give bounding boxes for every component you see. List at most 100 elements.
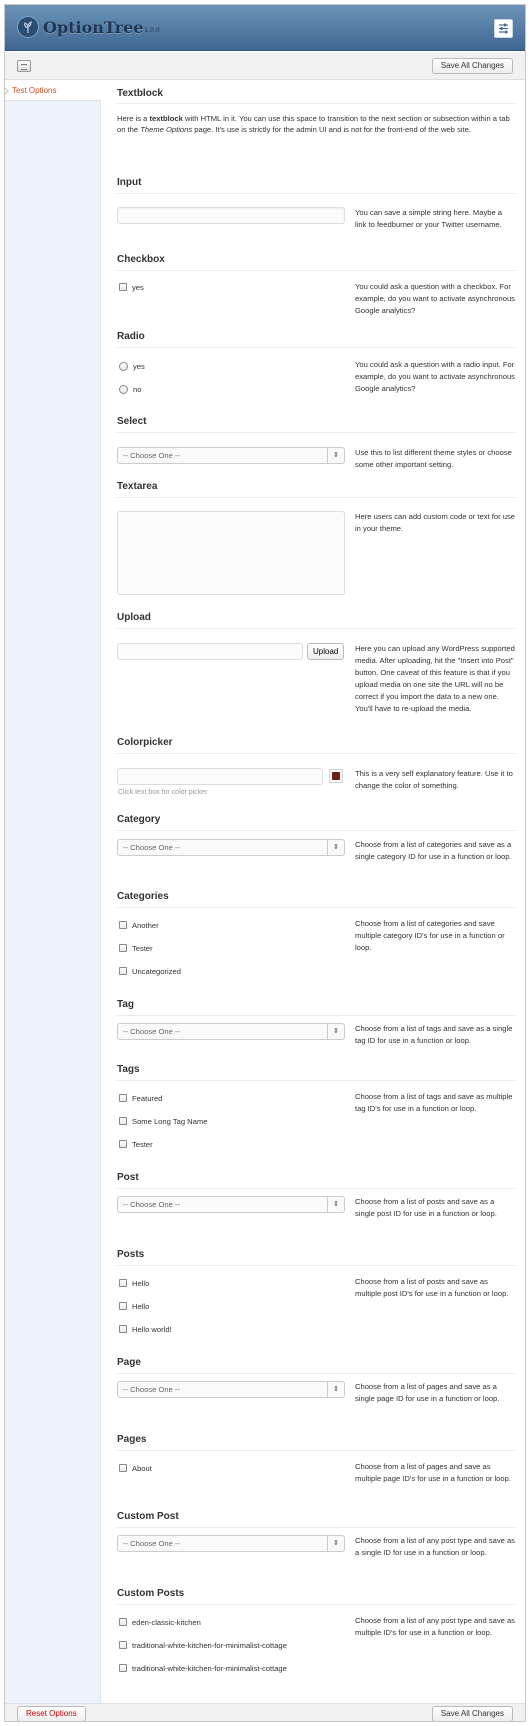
select-arrows-icon: ⇕ [327, 448, 344, 463]
tag-select[interactable]: -- Choose One -- ⇕ [117, 1023, 345, 1040]
checkbox[interactable] [119, 1117, 127, 1125]
active-caret-icon [5, 86, 9, 96]
footer-bar: Reset Options Save All Changes [5, 1703, 525, 1721]
field-description: Choose from a list of pages and save as … [355, 1382, 500, 1403]
section-title: Posts [117, 1249, 145, 1260]
checkbox-option[interactable]: Hello world! [119, 1323, 172, 1335]
checkbox-option[interactable]: yes [119, 281, 144, 293]
sidebar: Test Options [5, 81, 101, 1703]
field-description: You can save a simple string here. Maybe… [355, 208, 503, 229]
radio-option-no[interactable]: no [119, 383, 141, 395]
checkbox-option[interactable]: Tester [119, 942, 153, 954]
checkbox-option[interactable]: Another [119, 919, 159, 931]
checkbox-option[interactable]: Hello [119, 1300, 149, 1312]
section-title: Textarea [117, 481, 158, 492]
textarea-field[interactable] [117, 511, 345, 595]
select-arrows-icon: ⇕ [327, 1536, 344, 1551]
radio-button[interactable] [119, 384, 128, 394]
checkbox[interactable] [119, 1094, 127, 1102]
divider [117, 497, 515, 498]
category-select[interactable]: -- Choose One -- ⇕ [117, 839, 345, 856]
sidebar-item-label: Test Options [12, 86, 57, 95]
divider [117, 1188, 515, 1189]
select-arrows-icon: ⇕ [327, 840, 344, 855]
radio-option-yes[interactable]: yes [119, 360, 145, 372]
section-title: Custom Post [117, 1511, 179, 1522]
checkbox[interactable] [119, 1279, 127, 1287]
checkbox[interactable] [119, 1140, 127, 1148]
field-description: Choose from a list of any post type and … [355, 1616, 515, 1637]
checkbox-option[interactable]: Hello [119, 1277, 149, 1289]
field-description: Use this to list different theme styles … [355, 448, 512, 469]
color-swatch[interactable] [329, 769, 343, 783]
section-title: Select [117, 416, 147, 427]
logo-version: 1.0.0 [144, 26, 160, 34]
settings-sliders-icon[interactable] [494, 19, 513, 38]
toolbar: Save All Changes [5, 52, 525, 80]
section-title: Categories [117, 891, 169, 902]
divider [117, 347, 515, 348]
field-description: Choose from a list of posts and save as … [355, 1197, 497, 1218]
checkbox-option[interactable]: traditional-white-kitchen-for-minimalist… [119, 1639, 287, 1651]
divider [117, 193, 515, 194]
field-description: Choose from a list of pages and save as … [355, 1462, 511, 1483]
radio-button[interactable] [119, 361, 128, 371]
custom-post-select[interactable]: -- Choose One -- ⇕ [117, 1535, 345, 1552]
checkbox[interactable] [119, 944, 127, 952]
checkbox-option[interactable]: Featured [119, 1092, 162, 1104]
checkbox-option[interactable]: About [119, 1462, 152, 1474]
save-all-changes-button-bottom[interactable]: Save All Changes [431, 1706, 513, 1721]
select-arrows-icon: ⇕ [327, 1197, 344, 1212]
checkbox[interactable] [119, 967, 127, 975]
section-title: Page [117, 1357, 141, 1368]
color-swatch-fill [332, 772, 340, 780]
checkbox[interactable] [119, 1664, 127, 1672]
divider [117, 103, 515, 104]
upload-url-input[interactable] [117, 643, 303, 660]
checkbox-option[interactable]: Tester [119, 1138, 153, 1150]
page-select[interactable]: -- Choose One -- ⇕ [117, 1381, 345, 1398]
app-window: OptionTree 1.0.0 Save All Changes Test O… [4, 4, 526, 1722]
field-description: This is a very self explanatory feature.… [355, 769, 513, 790]
divider [117, 753, 515, 754]
divider [117, 1373, 515, 1374]
select-dropdown[interactable]: -- Choose One -- ⇕ [117, 447, 345, 464]
checkbox-option[interactable]: Some Long Tag Name [119, 1115, 207, 1127]
checkbox[interactable] [119, 1325, 127, 1333]
select-arrows-icon: ⇕ [327, 1024, 344, 1039]
divider [117, 1080, 515, 1081]
save-all-changes-button[interactable]: Save All Changes [431, 58, 513, 74]
checkbox-option[interactable]: Uncategorized [119, 965, 181, 977]
sidebar-item-test-options[interactable]: Test Options [5, 81, 101, 101]
checkbox[interactable] [119, 921, 127, 929]
reset-options-button[interactable]: Reset Options [17, 1706, 86, 1721]
field-description: Choose from a list of tags and save as m… [355, 1092, 513, 1113]
color-hint: Click text box for color picker [118, 789, 208, 796]
upload-button[interactable]: Upload [307, 643, 345, 660]
divider [117, 628, 515, 629]
text-input-field[interactable] [117, 207, 345, 224]
section-title: Tag [117, 999, 135, 1010]
field-description: Choose from a list of posts and save as … [355, 1277, 509, 1298]
checkbox-option[interactable]: traditional-white-kitchen-for-minimalist… [119, 1662, 287, 1674]
section-title: Category [117, 814, 161, 825]
divider [117, 432, 515, 433]
field-description: Here you can upload any WordPress suppor… [355, 644, 515, 713]
checkbox[interactable] [119, 1641, 127, 1649]
divider [117, 830, 515, 831]
section-title: Pages [117, 1434, 147, 1445]
section-title: Textblock [117, 88, 163, 99]
checkbox-option[interactable]: eden-classic-kitchen [119, 1616, 201, 1628]
divider [117, 1015, 515, 1016]
section-title: Custom Posts [117, 1588, 185, 1599]
section-title: Upload [117, 612, 151, 623]
checkbox[interactable] [119, 283, 127, 291]
screen-options-icon[interactable] [17, 60, 31, 72]
logo-text: OptionTree [43, 17, 144, 37]
color-text-input[interactable] [117, 768, 323, 785]
checkbox[interactable] [119, 1618, 127, 1626]
checkbox[interactable] [119, 1464, 127, 1472]
divider [117, 1604, 515, 1605]
checkbox[interactable] [119, 1302, 127, 1310]
post-select[interactable]: -- Choose One -- ⇕ [117, 1196, 345, 1213]
